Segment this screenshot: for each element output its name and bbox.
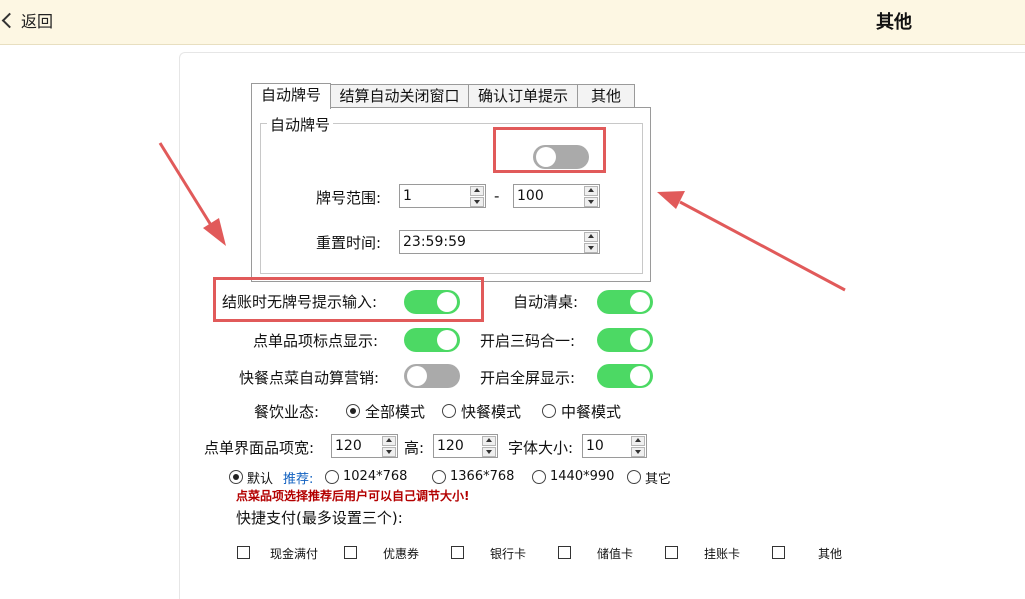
item-width-value: 120: [335, 438, 362, 454]
fast-food-marketing-label: 快餐点菜自动算营销:: [239, 369, 380, 387]
left-pane: [0, 45, 179, 598]
resolution-1366-radio[interactable]: [432, 470, 446, 484]
mode-chinese-label: 中餐模式: [561, 403, 622, 421]
auto-clear-table-label: 自动清桌:: [513, 293, 579, 311]
item-width-spinbox[interactable]: 120: [331, 434, 398, 458]
group-title: 自动牌号: [267, 114, 334, 135]
reset-time-value: 23:59:59: [403, 234, 466, 250]
font-size-spinbox[interactable]: 10: [582, 434, 647, 458]
spin-down-icon[interactable]: [584, 197, 598, 207]
back-label: 返回: [21, 12, 54, 31]
mode-fast-label: 快餐模式: [461, 403, 522, 421]
tab-confirm-order[interactable]: 确认订单提示: [468, 84, 578, 108]
resolution-1366-label: 1366*768: [450, 469, 515, 484]
mode-fast-radio[interactable]: [442, 404, 456, 418]
item-width-label: 点单界面品项宽:: [204, 439, 315, 457]
spin-up-icon[interactable]: [382, 436, 396, 446]
spin-down-icon[interactable]: [631, 447, 645, 457]
spin-down-icon[interactable]: [482, 447, 496, 457]
pay-cash-checkbox[interactable]: [237, 546, 250, 559]
pay-credit-card-checkbox[interactable]: [665, 546, 678, 559]
mode-all-label: 全部模式: [365, 403, 426, 421]
spin-up-icon[interactable]: [631, 436, 645, 446]
pay-cash-label: 现金满付: [270, 547, 319, 561]
pay-credit-card-label: 挂账卡: [704, 547, 741, 561]
spin-up-icon[interactable]: [482, 436, 496, 446]
pay-coupon-label: 优惠券: [383, 547, 420, 561]
pay-stored-value-checkbox[interactable]: [558, 546, 571, 559]
page-title: 其他: [876, 12, 912, 33]
chevron-left-icon: [1, 12, 18, 29]
pay-stored-value-label: 储值卡: [597, 547, 634, 561]
mode-all-radio[interactable]: [346, 404, 360, 418]
reset-time-label: 重置时间:: [316, 234, 382, 252]
item-height-label: 高:: [404, 439, 425, 457]
item-dot-display-toggle[interactable]: [404, 328, 460, 352]
toggle-knob: [630, 366, 650, 386]
item-dot-display-label: 点单品项标点显示:: [253, 332, 379, 350]
spin-down-icon[interactable]: [470, 197, 484, 207]
tab-other[interactable]: 其他: [577, 84, 635, 108]
font-size-value: 10: [586, 438, 604, 454]
reset-time-spinbox[interactable]: 23:59:59: [399, 230, 600, 254]
range-to-value: 100: [517, 188, 544, 204]
three-in-one-toggle[interactable]: [597, 328, 653, 352]
range-label: 牌号范围:: [316, 189, 382, 207]
highlight-box-toggle: [493, 127, 606, 173]
mode-chinese-radio[interactable]: [542, 404, 556, 418]
highlight-box-prompt: [213, 277, 484, 322]
range-to-spinbox[interactable]: 100: [513, 184, 600, 208]
resolution-1024-label: 1024*768: [343, 469, 408, 484]
quick-pay-label: 快捷支付(最多设置三个):: [236, 509, 403, 527]
auto-clear-table-toggle[interactable]: [597, 290, 653, 314]
toggle-knob: [630, 330, 650, 350]
top-bar: 返回 其他: [0, 0, 1025, 45]
spin-up-icon[interactable]: [584, 232, 598, 242]
back-button[interactable]: 返回: [1, 8, 54, 32]
pay-coupon-checkbox[interactable]: [344, 546, 357, 559]
tab-auto-number[interactable]: 自动牌号: [251, 83, 331, 109]
resolution-default-label: 默认: [247, 472, 274, 487]
spin-up-icon[interactable]: [584, 186, 598, 196]
resolution-other-radio[interactable]: [627, 470, 641, 484]
tab-auto-close-window[interactable]: 结算自动关闭窗口: [330, 84, 469, 108]
resolution-1024-radio[interactable]: [325, 470, 339, 484]
three-in-one-label: 开启三码合一:: [480, 332, 576, 350]
range-separator: -: [494, 187, 500, 205]
recommend-label: 推荐:: [283, 472, 314, 487]
resolution-1440-label: 1440*990: [550, 469, 615, 484]
resolution-default-radio[interactable]: [229, 470, 243, 484]
spin-down-icon[interactable]: [584, 243, 598, 253]
pay-other-label: 其他: [818, 547, 843, 561]
toggle-knob: [437, 330, 457, 350]
range-from-spinbox[interactable]: 1: [399, 184, 486, 208]
fullscreen-label: 开启全屏显示:: [480, 369, 576, 387]
pay-other-checkbox[interactable]: [772, 546, 785, 559]
pay-bank-card-checkbox[interactable]: [451, 546, 464, 559]
font-size-label: 字体大小:: [508, 439, 574, 457]
spin-down-icon[interactable]: [382, 447, 396, 457]
item-height-spinbox[interactable]: 120: [433, 434, 498, 458]
dining-mode-label: 餐饮业态:: [254, 403, 320, 421]
resolution-1440-radio[interactable]: [532, 470, 546, 484]
pay-bank-card-label: 银行卡: [490, 547, 527, 561]
range-from-value: 1: [403, 188, 412, 204]
item-height-value: 120: [437, 438, 464, 454]
resolution-other-label: 其它: [645, 472, 672, 487]
toggle-knob: [630, 292, 650, 312]
fullscreen-toggle[interactable]: [597, 364, 653, 388]
fast-food-marketing-toggle[interactable]: [404, 364, 460, 388]
spin-up-icon[interactable]: [470, 186, 484, 196]
toggle-knob: [407, 366, 427, 386]
resolution-hint: 点菜品项选择推荐后用户可以自己调节大小!: [236, 489, 470, 503]
